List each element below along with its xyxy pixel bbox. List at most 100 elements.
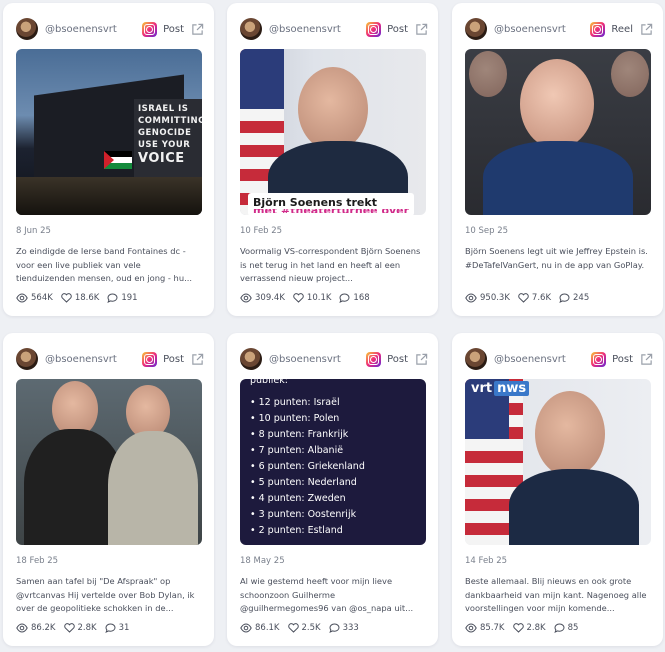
post-date: 10 Feb 25 (240, 226, 283, 236)
post-image[interactable]: Björn Soenens trekt met #theaterturnee o… (240, 49, 426, 215)
post-stats: 86.1K 2.5K 333 (240, 623, 367, 633)
instagram-icon (366, 351, 382, 367)
views-count: 86.1K (255, 623, 280, 633)
comments-count: 85 (567, 623, 579, 633)
screen-line: GENOCIDE (138, 128, 192, 138)
background-person-shape (611, 51, 649, 97)
background-person-shape (469, 51, 507, 97)
heart-icon (287, 623, 299, 633)
views-icon (465, 293, 477, 303)
heart-icon (63, 623, 75, 633)
avatar (465, 348, 487, 370)
post-caption: Zo eindigde de Ierse band Fontaines dc -… (16, 246, 192, 283)
logo-text: nws (494, 381, 530, 396)
views-count: 950.3K (480, 293, 510, 303)
external-link-icon[interactable] (191, 353, 204, 366)
comments-count: 31 (118, 623, 130, 633)
likes-count: 10.1K (306, 293, 332, 303)
account-handle: @bsoenensvrt (45, 353, 117, 365)
external-link-icon[interactable] (191, 23, 204, 36)
avatar (16, 18, 38, 40)
post-date: 10 Sep 25 (465, 226, 509, 236)
score-line: • 12 punten: Israël (250, 397, 340, 408)
post-image[interactable]: ISRAEL IS COMMITTING GENOCIDE USE YOUR V… (16, 49, 202, 215)
views-icon (16, 293, 28, 303)
comment-icon (104, 623, 116, 633)
account-handle: @bsoenensvrt (269, 353, 341, 365)
post-type-label: Post (387, 23, 408, 35)
score-line: • 10 punten: Polen (250, 413, 340, 424)
external-link-icon[interactable] (640, 353, 653, 366)
screen-line: ISRAEL IS (138, 104, 189, 114)
views-count: 564K (31, 293, 53, 303)
post-stats: 86.2K 2.8K 31 (16, 623, 137, 633)
post-type-label: Post (163, 353, 184, 365)
caption-line: Björn Soenens trekt (253, 196, 377, 209)
heart-icon (293, 293, 304, 303)
comment-icon (107, 293, 118, 303)
views-icon (465, 623, 477, 633)
instagram-icon (591, 351, 607, 367)
comments-count: 245 (573, 293, 590, 303)
score-line: • 2 punten: Estland (250, 525, 343, 536)
post-caption: Al wie gestemd heeft voor mijn lieve sch… (240, 576, 414, 613)
screen-line: COMMITTING (138, 116, 202, 126)
post-date: 8 Jun 25 (16, 226, 51, 236)
person-head-shape (535, 391, 605, 477)
instagram-icon (142, 21, 158, 37)
views-count: 85.7K (480, 623, 505, 633)
account-handle: @bsoenensvrt (494, 353, 566, 365)
post-image[interactable] (16, 379, 202, 545)
crowd-shape (16, 177, 202, 215)
score-line: • 7 punten: Albanië (250, 445, 344, 456)
external-link-icon[interactable] (415, 23, 428, 36)
score-line: • 8 punten: Frankrijk (250, 429, 349, 440)
comment-icon (559, 293, 570, 303)
vrt-nws-logo: vrt nws (471, 381, 530, 396)
post-card[interactable]: @bsoenensvrt Post publiek: • 12 punten: … (227, 333, 438, 646)
post-card[interactable]: @bsoenensvrt Post Björn Soenens trekt me… (227, 3, 438, 316)
external-link-icon[interactable] (640, 23, 653, 36)
avatar (16, 348, 38, 370)
post-caption: Björn Soenens legt uit wie Jeffrey Epste… (465, 246, 648, 270)
score-line: publiek: (250, 379, 288, 386)
post-card[interactable]: @bsoenensvrt Post 18 Feb 25 Samen aan ta… (3, 333, 214, 646)
avatar (240, 348, 262, 370)
post-caption: Samen aan tafel bij "De Afspraak" op @vr… (16, 576, 195, 613)
image-caption: Björn Soenens trekt met #theaterturnee o… (248, 193, 415, 215)
person-head-shape (298, 67, 368, 151)
heart-icon (518, 293, 529, 303)
account-handle: @bsoenensvrt (269, 23, 341, 35)
comments-count: 333 (342, 623, 359, 633)
post-image[interactable] (465, 49, 651, 215)
instagram-icon (142, 351, 158, 367)
post-type-label: Post (387, 353, 408, 365)
comments-count: 191 (121, 293, 138, 303)
caption-line: met #theaterturnee over (253, 209, 409, 213)
post-image[interactable]: vrt nws (465, 379, 651, 545)
post-date: 18 Feb 25 (16, 556, 59, 566)
likes-count: 7.6K (531, 293, 552, 303)
score-line: • 5 punten: Nederland (250, 477, 357, 488)
comment-icon (328, 623, 340, 633)
person-body-shape (108, 431, 198, 545)
post-card[interactable]: @bsoenensvrt Post ISRAEL IS COMMITTING G… (3, 3, 214, 316)
likes-count: 2.8K (77, 623, 97, 633)
views-count: 86.2K (31, 623, 56, 633)
comment-icon (553, 623, 565, 633)
score-line: • 3 punten: Oostenrijk (250, 509, 357, 520)
instagram-icon (590, 21, 606, 37)
likes-count: 2.5K (301, 623, 321, 633)
post-caption: Beste allemaal. Blij nieuws en ook grote… (465, 576, 647, 613)
heart-icon (61, 293, 72, 303)
post-stats: 309.4K 10.1K 168 (240, 293, 378, 303)
account-handle: @bsoenensvrt (45, 23, 117, 35)
post-card[interactable]: @bsoenensvrt Reel 10 Sep 25 Björn Soenen… (452, 3, 663, 316)
post-stats: 564K 18.6K 191 (16, 293, 146, 303)
post-card[interactable]: @bsoenensvrt Post vrt nws 14 Feb 25 Beste… (452, 333, 663, 646)
person-head-shape (520, 59, 594, 149)
post-image[interactable]: publiek: • 12 punten: Israël • 10 punten… (240, 379, 426, 545)
external-link-icon[interactable] (415, 353, 428, 366)
instagram-icon (366, 21, 382, 37)
post-stats: 85.7K 2.8K 85 (465, 623, 586, 633)
